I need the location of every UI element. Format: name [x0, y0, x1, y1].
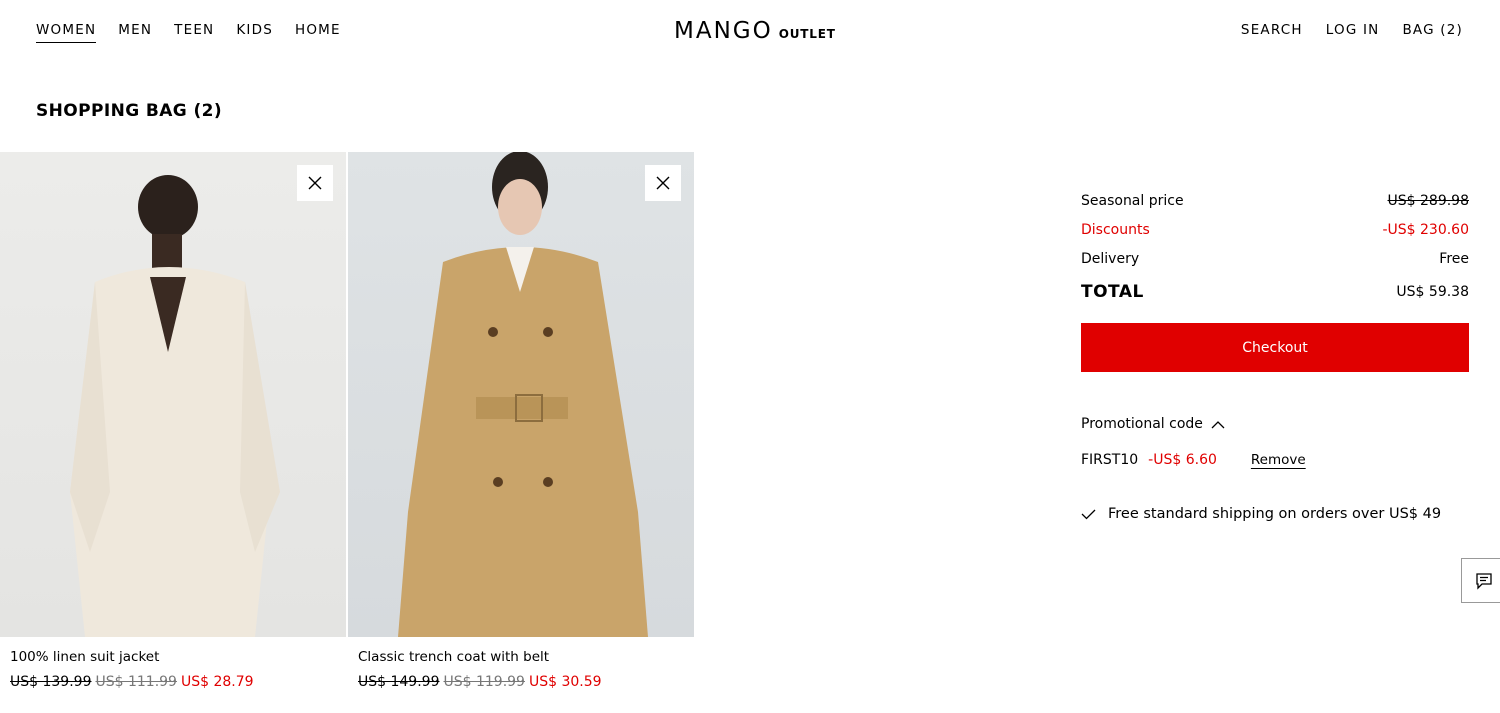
- seasonal-price-value: US$ 289.98: [1387, 192, 1469, 209]
- product-photo-trench-coat: [398, 152, 648, 637]
- product-photo-linen-jacket: [70, 175, 280, 637]
- price-original: US$ 149.99: [358, 674, 440, 690]
- delivery-value: Free: [1439, 250, 1469, 267]
- price-final: US$ 30.59: [528, 674, 602, 690]
- total-row: TOTAL US$ 59.38: [1081, 277, 1469, 306]
- nav-home[interactable]: HOME: [295, 22, 341, 43]
- login-link[interactable]: LOG IN: [1326, 22, 1380, 42]
- discounts-label: Discounts: [1081, 221, 1150, 238]
- price-original: US$ 139.99: [10, 674, 92, 690]
- price-sale: US$ 119.99: [443, 674, 525, 690]
- total-value: US$ 59.38: [1396, 283, 1469, 300]
- seasonal-price-label: Seasonal price: [1081, 192, 1184, 209]
- product-prices: US$ 139.99 US$ 111.99 US$ 28.79: [0, 674, 346, 690]
- product-card: Classic trench coat with belt US$ 149.99…: [348, 152, 694, 690]
- nav-kids[interactable]: KIDS: [236, 22, 273, 43]
- shipping-note-text: Free standard shipping on orders over US…: [1108, 506, 1442, 522]
- nav-teen[interactable]: TEEN: [174, 22, 214, 43]
- product-name[interactable]: Classic trench coat with belt: [348, 649, 694, 665]
- product-name[interactable]: 100% linen suit jacket: [0, 649, 346, 665]
- remove-item-button[interactable]: [297, 165, 333, 201]
- chat-icon: [1475, 572, 1492, 590]
- price-sale: US$ 111.99: [95, 674, 177, 690]
- close-icon: [656, 176, 670, 190]
- page-title: SHOPPING BAG (2): [36, 101, 223, 121]
- logo-text: MANGO: [674, 18, 773, 44]
- delivery-row: Delivery Free: [1081, 244, 1469, 273]
- product-prices: US$ 149.99 US$ 119.99 US$ 30.59: [348, 674, 694, 690]
- remove-item-button[interactable]: [645, 165, 681, 201]
- delivery-label: Delivery: [1081, 250, 1140, 267]
- shipping-note: Free standard shipping on orders over US…: [1081, 506, 1469, 522]
- price-final: US$ 28.79: [180, 674, 254, 690]
- product-card: 100% linen suit jacket US$ 139.99 US$ 11…: [0, 152, 346, 690]
- seasonal-price-row: Seasonal price US$ 289.98: [1081, 186, 1469, 215]
- discounts-value: -US$ 230.60: [1382, 221, 1469, 238]
- nav-women[interactable]: WOMEN: [36, 22, 97, 43]
- product-image[interactable]: [348, 152, 694, 637]
- check-icon: [1081, 509, 1096, 519]
- checkout-button[interactable]: Checkout: [1081, 323, 1469, 372]
- user-nav: SEARCH LOG IN BAG (2): [1241, 22, 1463, 42]
- promo-code-toggle[interactable]: Promotional code: [1081, 416, 1469, 432]
- chat-button[interactable]: [1461, 558, 1500, 603]
- nav-men[interactable]: MEN: [118, 22, 152, 43]
- main-nav: WOMEN MEN TEEN KIDS HOME: [36, 22, 341, 43]
- search-link[interactable]: SEARCH: [1241, 22, 1303, 42]
- remove-promo-link[interactable]: Remove: [1251, 452, 1306, 468]
- promo-amount: -US$ 6.60: [1148, 452, 1217, 468]
- chevron-up-icon: [1211, 420, 1225, 428]
- product-image[interactable]: [0, 152, 346, 637]
- order-summary: Seasonal price US$ 289.98 Discounts -US$…: [1081, 186, 1469, 522]
- applied-promo: FIRST10 -US$ 6.60 Remove: [1081, 452, 1469, 468]
- promo-code-label: Promotional code: [1081, 416, 1203, 432]
- promo-code-value: FIRST10: [1081, 452, 1139, 468]
- discounts-row: Discounts -US$ 230.60: [1081, 215, 1469, 244]
- total-label: TOTAL: [1081, 281, 1144, 302]
- logo[interactable]: MANGO OUTLET: [674, 18, 836, 44]
- close-icon: [308, 176, 322, 190]
- logo-outlet-text: OUTLET: [778, 27, 836, 41]
- bag-link[interactable]: BAG (2): [1402, 22, 1463, 42]
